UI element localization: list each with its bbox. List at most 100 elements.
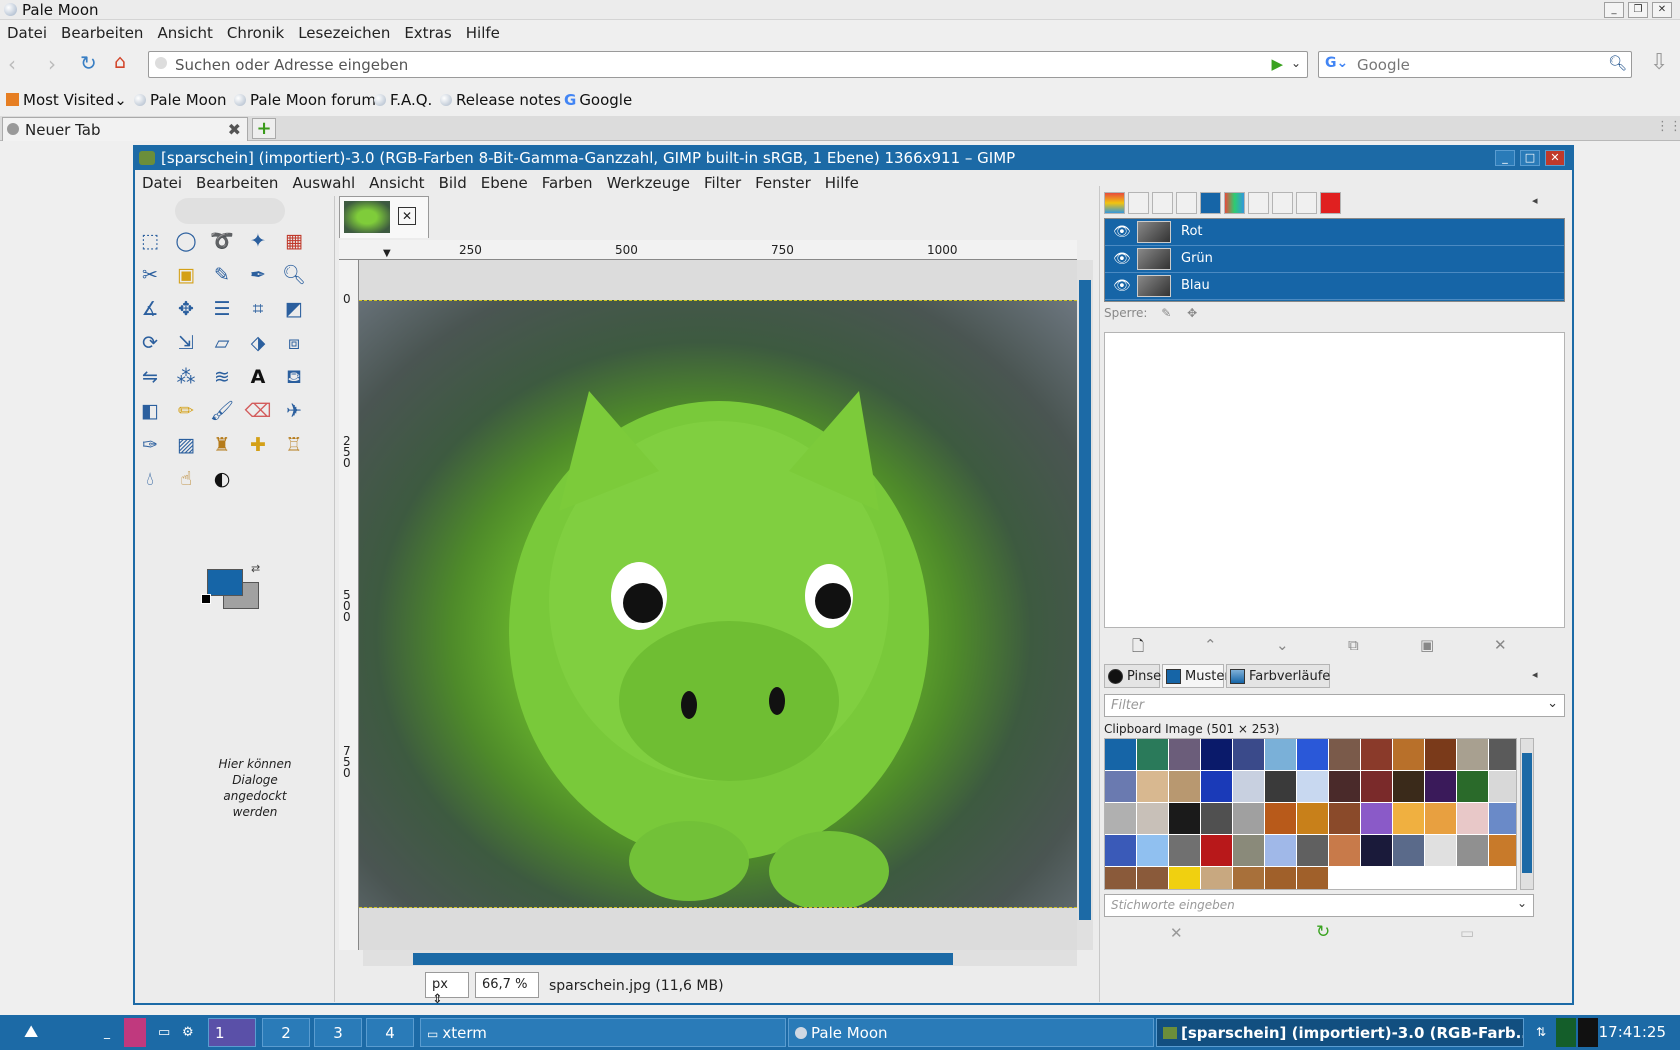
pattern-swatch[interactable]	[1489, 739, 1516, 770]
image-tab[interactable]: ✕	[339, 196, 429, 238]
gimp-menu-datei[interactable]: Datei	[135, 170, 189, 196]
zoom-icon[interactable]: 🔍︎	[279, 260, 309, 290]
default-colors-icon[interactable]	[201, 594, 211, 604]
gimp-maximize-button[interactable]: □	[1520, 150, 1540, 166]
gimp-menu-hilfe[interactable]: Hilfe	[818, 170, 866, 196]
pattern-swatch[interactable]	[1489, 771, 1516, 802]
gimp-menu-fenster[interactable]: Fenster	[748, 170, 818, 196]
pattern-swatch[interactable]	[1425, 771, 1456, 802]
ellipse-select-icon[interactable]: ◯	[171, 226, 201, 256]
pattern-swatch[interactable]	[1169, 739, 1200, 770]
tab-patterns[interactable]: Muster	[1162, 664, 1230, 688]
foreground-color-swatch-top[interactable]	[207, 569, 243, 596]
task-pale-moon[interactable]: Pale Moon	[788, 1018, 1154, 1047]
new-channel-icon[interactable]: 🗋︎	[1132, 636, 1144, 661]
bookmark-most-visited[interactable]: Most Visited⌄	[6, 91, 127, 109]
new-tab-button[interactable]: +	[252, 118, 276, 139]
zoom-select[interactable]: 66,7 %	[475, 972, 539, 998]
channels-tab-icon[interactable]	[1200, 192, 1221, 214]
reload-icon[interactable]: ↻	[80, 51, 97, 75]
perspective-clone-icon[interactable]: ♖	[279, 430, 309, 460]
gimp-menu-ebene[interactable]: Ebene	[474, 170, 535, 196]
pattern-swatch[interactable]	[1201, 771, 1232, 802]
pattern-swatch[interactable]	[1169, 771, 1200, 802]
search-input[interactable]: G⌄ Google 🔍︎	[1318, 51, 1632, 78]
restore-button[interactable]: ❐	[1628, 2, 1648, 18]
pattern-swatch[interactable]	[1361, 835, 1392, 866]
fuzzy-select-icon[interactable]: ✦	[243, 226, 273, 256]
pattern-swatch[interactable]	[1297, 771, 1328, 802]
pattern-scrollbar[interactable]	[1520, 738, 1534, 890]
download-icon[interactable]: ⇩	[1650, 50, 1668, 75]
pattern-swatch[interactable]	[1105, 739, 1136, 770]
dodge-burn-icon[interactable]: ◐	[207, 464, 237, 494]
foreground-select-icon[interactable]: ▣	[171, 260, 201, 290]
vertical-ruler[interactable]: 0 2 5 0 5 0 0 7 5 0	[339, 260, 359, 950]
3d-transform-icon[interactable]: ⧈	[279, 328, 309, 358]
pattern-swatch[interactable]	[1425, 739, 1456, 770]
url-input[interactable]: Suchen oder Adresse eingeben ▶ ⌄	[148, 51, 1308, 78]
chevron-down-icon[interactable]: ⌄	[1547, 696, 1558, 711]
bookmark-faq[interactable]: F.A.Q.	[374, 91, 432, 109]
palettes-tab-icon[interactable]	[1224, 192, 1245, 214]
scroll-thumb[interactable]	[1522, 753, 1532, 873]
clone-icon[interactable]: ♜	[207, 430, 237, 460]
minimize-button[interactable]: _	[1604, 2, 1624, 18]
menu-hilfe[interactable]: Hilfe	[459, 20, 507, 46]
pattern-swatch[interactable]	[1201, 739, 1232, 770]
pattern-swatch[interactable]	[1233, 771, 1264, 802]
channels-empty-area[interactable]	[1104, 332, 1565, 628]
workspace-4[interactable]: 4	[366, 1018, 414, 1047]
pattern-swatch[interactable]	[1265, 771, 1296, 802]
pattern-swatch[interactable]	[1393, 739, 1424, 770]
menu-datei[interactable]: Datei	[0, 20, 54, 46]
lasso-icon[interactable]: ➰	[207, 226, 237, 256]
text-icon[interactable]: A	[243, 362, 273, 392]
terminal-launcher-icon[interactable]: ▭	[152, 1018, 176, 1047]
pattern-filter-input[interactable]: Filter ⌄	[1104, 694, 1565, 717]
flip-icon[interactable]: ⇋	[135, 362, 165, 392]
search-icon[interactable]: 🔍︎	[1608, 54, 1627, 72]
dock-menu-icon[interactable]: ◂	[1532, 668, 1538, 681]
pattern-swatch[interactable]	[1233, 803, 1264, 834]
paths-icon[interactable]: ✎	[207, 260, 237, 290]
channel-to-selection-icon[interactable]: ▣	[1420, 636, 1434, 654]
pattern-swatch[interactable]	[1489, 803, 1516, 834]
horizontal-ruler[interactable]: 250 500 750 1000 ▼	[339, 240, 1077, 260]
pattern-swatch[interactable]	[1393, 803, 1424, 834]
pattern-swatch[interactable]	[1265, 835, 1296, 866]
open-pattern-icon[interactable]: ▭	[1460, 924, 1474, 942]
tab-new[interactable]: Neuer Tab ✖	[2, 117, 248, 141]
histogram-tab-icon[interactable]	[1272, 192, 1293, 214]
scroll-thumb[interactable]	[413, 953, 953, 965]
app-launcher-icon[interactable]	[124, 1018, 146, 1047]
gimp-close-button[interactable]: ✕	[1545, 150, 1565, 166]
tab-gradients[interactable]: Farbverläufe	[1226, 664, 1330, 688]
pattern-swatch[interactable]	[1201, 803, 1232, 834]
pattern-swatch[interactable]	[1393, 771, 1424, 802]
workspace-1[interactable]: 1	[208, 1018, 256, 1047]
image-canvas[interactable]	[359, 260, 1077, 950]
paintbrush-icon[interactable]: 🖌︎	[207, 396, 237, 426]
pattern-swatch[interactable]	[1105, 835, 1136, 866]
delete-channel-icon[interactable]: ✕	[1494, 636, 1507, 654]
chevron-down-icon[interactable]: ⌄	[1517, 896, 1527, 910]
pattern-swatch[interactable]	[1137, 739, 1168, 770]
close-image-icon[interactable]: ✕	[398, 207, 416, 225]
pattern-swatch[interactable]	[1361, 771, 1392, 802]
pattern-swatch[interactable]	[1361, 739, 1392, 770]
vertical-scrollbar[interactable]	[1077, 260, 1093, 950]
task-xterm[interactable]: ▭ xterm	[420, 1018, 786, 1047]
heal-icon[interactable]: ✚	[243, 430, 273, 460]
duplicate-channel-icon[interactable]: ⧉	[1348, 636, 1359, 654]
paths-tab-icon[interactable]	[1176, 192, 1197, 214]
warp-transform-icon[interactable]: ≋	[207, 362, 237, 392]
pattern-swatch[interactable]	[1105, 771, 1136, 802]
delete-pattern-icon[interactable]: ✕	[1170, 924, 1183, 942]
pattern-swatch[interactable]	[1457, 739, 1488, 770]
unit-select[interactable]: px ⇕	[425, 972, 469, 1007]
back-icon[interactable]: ‹	[8, 52, 16, 76]
pattern-swatch[interactable]	[1297, 739, 1328, 770]
gimp-menu-werkzeuge[interactable]: Werkzeuge	[600, 170, 697, 196]
minimize-all-icon[interactable]: _	[98, 1018, 116, 1047]
